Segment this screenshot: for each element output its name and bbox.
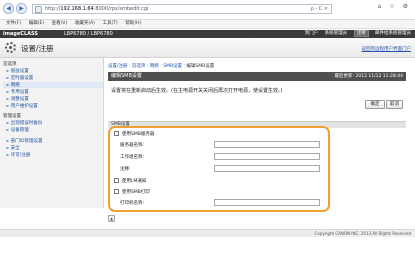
sidebar-item-special[interactable]: 专用设置 — [6, 89, 29, 95]
address-bar[interactable]: http://192.168.1.64:8000/rps/smbedit.cgi… — [32, 4, 332, 14]
copyright-text: Copyright CANON INC. 2013 All Rights Res… — [314, 231, 411, 236]
sidebar: 首选项 纸张设置 定时器设置 网络 专用设置 调整设置 用户维护设置 管理设置 … — [0, 58, 104, 208]
breadcrumb-item[interactable]: 设置/注册 — [108, 64, 128, 69]
use-lm-label: 使用LM通知 — [122, 179, 147, 184]
breadcrumb-item[interactable]: 首选项 — [132, 64, 146, 69]
use-smb-server-checkbox[interactable] — [114, 131, 119, 136]
sidebar-item-network[interactable]: 网络 — [3, 82, 103, 88]
last-updated: 最后更新: 2012 11/12 11:28:44 — [334, 74, 403, 79]
logout-button[interactable]: 注销 — [353, 30, 369, 37]
back-icon[interactable]: ◀ — [3, 3, 14, 14]
browser-toolbar: ◀ ▶ http://192.168.1.64:8000/rps/smbedit… — [0, 0, 415, 20]
url-text: http://192.168.1.64:8000/rps/smbedit.cgi — [45, 6, 149, 12]
address-controls[interactable]: ρ - C × — [311, 6, 328, 13]
mail-admin-link[interactable]: 邮件给系统管理员 — [375, 31, 411, 36]
browser-icons[interactable]: ⌂ ☆ ⚙ — [378, 3, 411, 10]
breadcrumb-item[interactable]: 网络 — [150, 64, 159, 69]
page-icon — [35, 6, 42, 13]
workgroup-name-input[interactable] — [214, 153, 320, 160]
sidebar-item-adjust[interactable]: 调整设置 — [6, 96, 29, 102]
sidebar-item-dept-id[interactable]: 部门ID管理设置 — [6, 138, 43, 144]
sidebar-item-device-mgmt[interactable]: 设备管理 — [6, 127, 29, 133]
printer-name-label: 打印机名称: — [120, 201, 145, 206]
footer: Copyright CANON INC. 2013 All Rights Res… — [0, 229, 415, 237]
cancel-button[interactable]: 取消 — [386, 100, 403, 109]
menu-file[interactable]: 文件(F) — [6, 20, 21, 28]
brand-name: imageCLASS — [3, 31, 38, 37]
sidebar-item-error-backup[interactable]: 出现错误时备份 — [6, 120, 43, 126]
use-smb-server-label: 使用SMB服务器 — [122, 132, 155, 137]
comment-label: 注释: — [120, 167, 131, 172]
use-smb-print-label: 使用SMB打印 — [122, 190, 150, 195]
ok-button[interactable]: 确定 — [365, 100, 385, 109]
sidebar-section-management: 管理设置 — [3, 114, 21, 119]
server-name-input[interactable] — [214, 141, 320, 148]
breadcrumb-item[interactable]: SMB设置 — [163, 64, 182, 69]
panel-title: 编辑SMB设置 — [111, 73, 142, 79]
menu-bar: 文件(F) 编辑(E) 查看(V) 收藏夹(A) 工具(T) 帮助(H) — [0, 20, 415, 29]
device-header: imageCLASS LBP6780 / LBP6780 到门户 系统管理员 注… — [0, 30, 415, 38]
server-name-label: 服务器名称: — [120, 143, 145, 148]
sidebar-item-timer[interactable]: 定时器设置 — [6, 75, 34, 81]
breadcrumb: 设置/注册 : 首选项 : 网络 : SMB设置 : 编辑SMB设置 — [108, 64, 215, 69]
workgroup-name-label: 工作组名称: — [120, 155, 145, 160]
page-title: 设置/注册 — [21, 44, 54, 53]
model-name: LBP6780 / LBP6780 — [64, 31, 113, 37]
use-smb-print-checkbox[interactable] — [114, 189, 119, 194]
use-lm-checkbox[interactable] — [114, 178, 119, 183]
comment-input[interactable] — [214, 165, 320, 172]
sidebar-item-maintenance[interactable]: 用户维护设置 — [6, 103, 38, 109]
portal-link[interactable]: 返回到远程用户界面门户 — [362, 46, 412, 52]
menu-favorites[interactable]: 收藏夹(A) — [75, 20, 95, 28]
sidebar-item-security[interactable]: 安全 — [6, 145, 20, 151]
sidebar-item-paper[interactable]: 纸张设置 — [6, 68, 29, 74]
menu-tools[interactable]: 工具(T) — [103, 20, 118, 28]
printer-name-input[interactable] — [214, 199, 320, 206]
to-portal-link[interactable]: 到门户 — [305, 31, 319, 36]
scroll-top-icon[interactable]: ▲ — [108, 215, 115, 222]
user-label: 系统管理员 — [324, 31, 348, 36]
gear-icon — [5, 42, 16, 53]
sidebar-section-preferences: 首选项 — [3, 62, 17, 67]
page-header: 设置/注册 返回到远程用户界面门户 — [0, 38, 415, 58]
sidebar-item-license[interactable]: 许可/注册 — [6, 152, 31, 158]
panel-title-bar: 编辑SMB设置 最后更新: 2012 11/12 11:28:44 — [108, 72, 406, 81]
forward-icon[interactable]: ▶ — [16, 3, 27, 14]
menu-edit[interactable]: 编辑(E) — [29, 20, 44, 28]
restart-notice: 设置将在重新启动后生效。(在主电源开关关闭后再次打开电源，使设置生效。) — [111, 88, 283, 94]
menu-view[interactable]: 查看(V) — [52, 20, 68, 28]
menu-help[interactable]: 帮助(H) — [125, 20, 141, 28]
breadcrumb-current: 编辑SMB设置 — [186, 64, 215, 69]
